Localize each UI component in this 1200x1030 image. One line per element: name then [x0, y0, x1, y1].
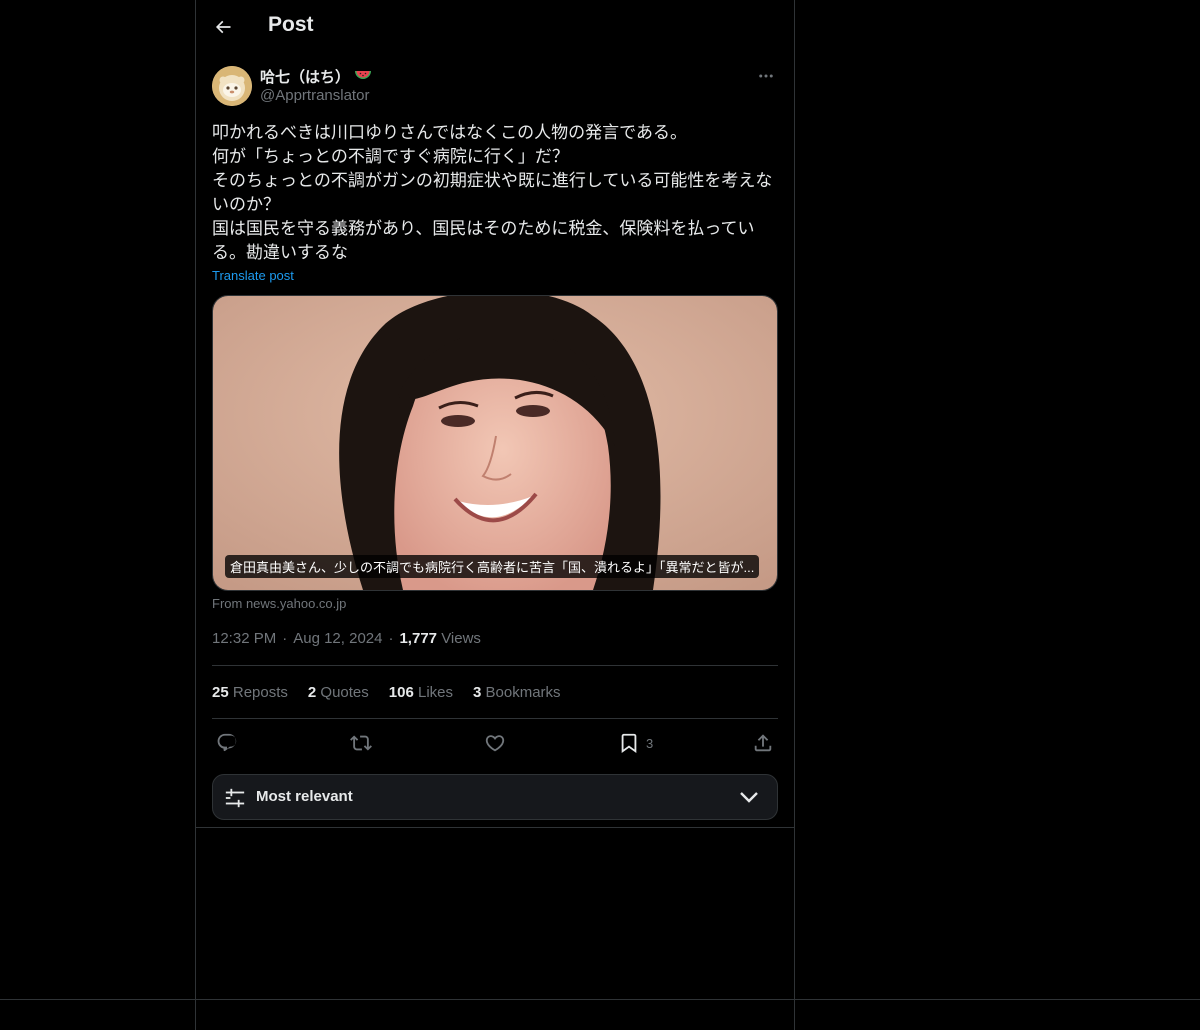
bookmark-button[interactable]: 3 [618, 730, 653, 756]
sort-replies-dropdown[interactable]: Most relevant [212, 774, 778, 820]
page-header: Post [196, 0, 794, 53]
bookmarks-count: 3 [473, 684, 482, 701]
divider [212, 665, 778, 666]
post-text-line: 国は国民を守る義務があり、国民はそのために税金、保険料を払ってい [212, 219, 755, 238]
bookmark-icon [621, 733, 637, 754]
author-row: 哈七（はち） @Apprtranslator [212, 64, 778, 108]
watermelon-icon [354, 69, 372, 87]
link-card-source[interactable]: From news.yahoo.co.jp [212, 596, 346, 611]
translate-post-link[interactable]: Translate post [212, 268, 294, 283]
bookmarks-label: Bookmarks [485, 684, 561, 701]
bookmark-count: 3 [646, 735, 654, 751]
photo-portrait [213, 296, 777, 590]
post-text-line: 叩かれるべきは川口ゆりさんではなくこの人物の発言である。 [212, 123, 687, 142]
author-name-row[interactable]: 哈七（はち） [260, 66, 372, 87]
post-meta: 12:32 PM · Aug 12, 2024 · 1,777 Views [212, 630, 481, 647]
divider [0, 999, 1200, 1000]
likes-label: Likes [417, 684, 454, 701]
chevron-down-icon [740, 792, 758, 803]
likes-count: 106 [388, 684, 414, 701]
divider [212, 718, 778, 719]
link-card-title: 倉田真由美さん、少しの不調でも病院行く高齢者に苦言「国、潰れるよ」「異常だと皆が… [225, 555, 760, 578]
likes-stat[interactable]: 106 Likes [389, 684, 453, 701]
repost-icon [350, 735, 372, 751]
bookmarks-stat[interactable]: 3 Bookmarks [473, 684, 561, 701]
views-label: Views [441, 630, 481, 647]
back-button[interactable] [208, 10, 238, 44]
like-button[interactable] [484, 730, 506, 756]
reposts-stat[interactable]: 25 Reposts [212, 684, 288, 701]
reply-button[interactable] [216, 730, 238, 756]
post-text-line: いのか？ [212, 195, 280, 214]
page: Post 哈七（はち） @Apprtranslator 叩かれるべきは川口ゆりさ… [0, 0, 1200, 1030]
heart-icon [485, 735, 505, 752]
post-text-line: 何が「ちょっとの不調ですぐ病院に行く」だ？ [212, 147, 569, 166]
author-handle[interactable]: @Apprtranslator [260, 87, 369, 104]
reposts-label: Reposts [232, 684, 288, 701]
repost-button[interactable] [350, 730, 372, 756]
share-button[interactable] [752, 730, 774, 756]
views-count: 1,777 [399, 630, 438, 647]
reposts-count: 25 [212, 684, 229, 701]
sort-label: Most relevant [256, 788, 353, 805]
meta-separator: · [282, 630, 288, 647]
main-column: Post 哈七（はち） @Apprtranslator 叩かれるべきは川口ゆりさ… [195, 0, 795, 1030]
reply-icon [217, 733, 237, 752]
share-icon [754, 734, 772, 752]
meta-separator: · [388, 630, 394, 647]
sliders-icon [225, 788, 245, 808]
divider [196, 827, 794, 828]
action-bar: 3 [212, 730, 778, 756]
more-horizontal-icon [759, 74, 773, 78]
arrow-left-icon [215, 20, 231, 34]
avatar[interactable] [212, 66, 252, 106]
post-text-line: る。勘違いするな [212, 243, 348, 262]
quotes-stat[interactable]: 2 Quotes [308, 684, 369, 701]
author-name: 哈七（はち） [260, 69, 351, 86]
page-title: Post [268, 13, 314, 36]
post-text-line: そのちょっとの不調がガンの初期症状や既に進行している可能性を考えな [212, 171, 773, 190]
quotes-label: Quotes [320, 684, 369, 701]
post: 哈七（はち） @Apprtranslator 叩かれるべきは川口ゆりさんではなく… [212, 64, 778, 820]
post-time[interactable]: 12:32 PM [212, 630, 276, 647]
more-options-button[interactable] [754, 66, 778, 86]
post-text: 叩かれるべきは川口ゆりさんではなくこの人物の発言である。 何が「ちょっとの不調で… [212, 121, 778, 265]
avatar-image [212, 66, 252, 106]
engagement-stats: 25 Reposts 2 Quotes 106 Likes 3 Bookmark… [212, 684, 561, 701]
link-card-image[interactable]: 倉田真由美さん、少しの不調でも病院行く高齢者に苦言「国、潰れるよ」「異常だと皆が… [212, 295, 778, 591]
quotes-count: 2 [307, 684, 317, 701]
post-date[interactable]: Aug 12, 2024 [293, 630, 382, 647]
